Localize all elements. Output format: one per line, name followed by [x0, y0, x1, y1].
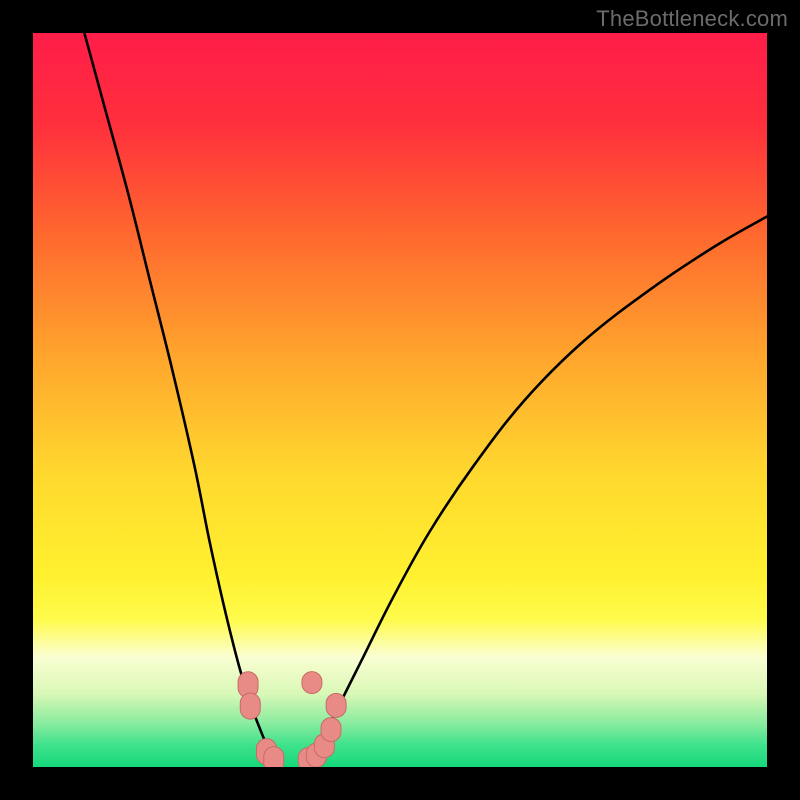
chart-background-gradient: [33, 33, 767, 767]
watermark-text: TheBottleneck.com: [596, 6, 788, 32]
outer-frame: TheBottleneck.com: [0, 0, 800, 800]
marker-dot: [326, 693, 346, 717]
chart-plot-area: [33, 33, 767, 767]
marker-dot: [264, 747, 284, 767]
marker-dot: [302, 672, 322, 694]
chart-svg: [33, 33, 767, 767]
marker-dot: [240, 693, 260, 719]
marker-dot: [321, 718, 341, 742]
